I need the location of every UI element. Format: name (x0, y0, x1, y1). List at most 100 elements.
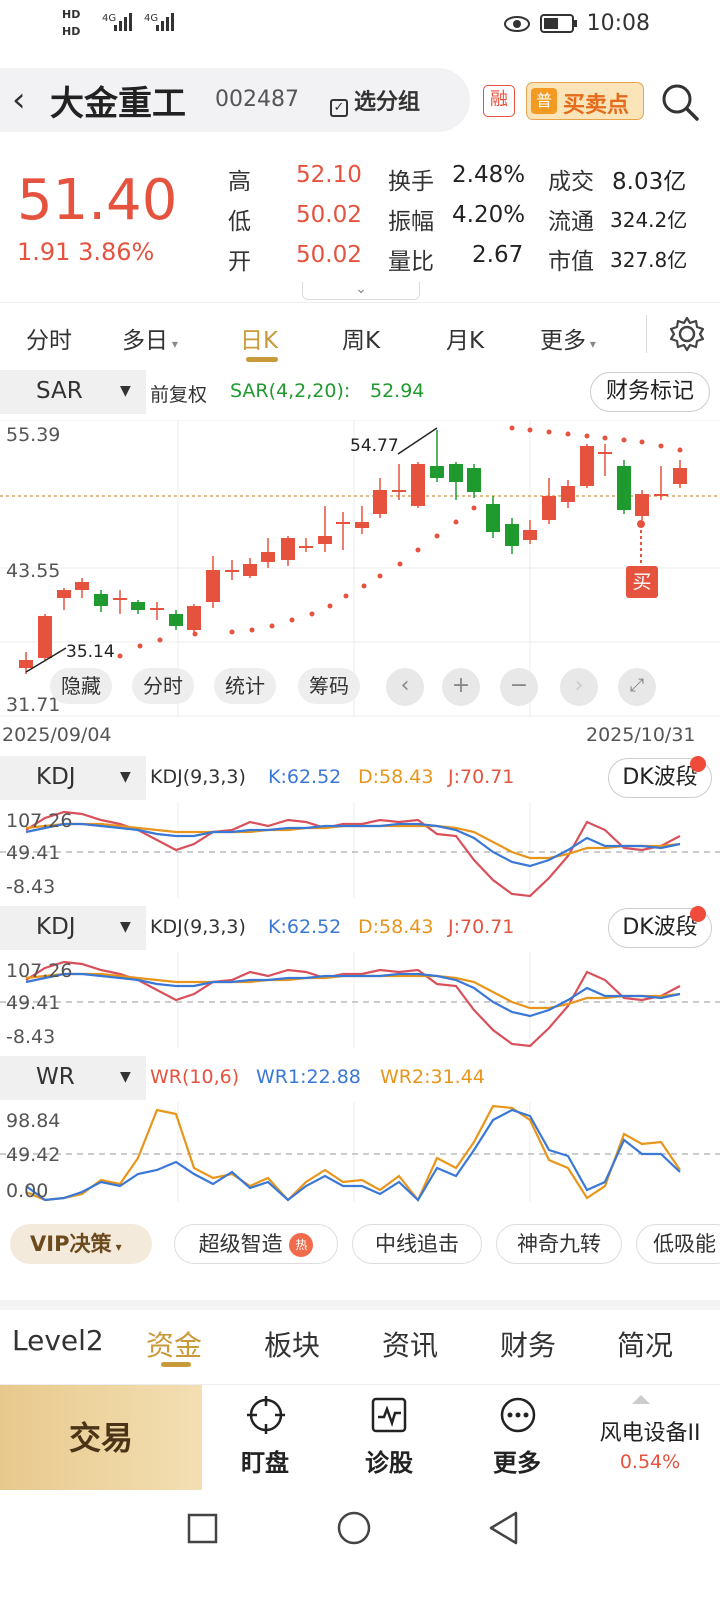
intraday-button[interactable]: 分时 (132, 668, 194, 704)
group-button[interactable]: ✓ 选分组 (330, 84, 420, 117)
tab-monthly-k[interactable]: 月K (446, 321, 484, 355)
gear-icon[interactable] (668, 315, 706, 353)
zoom-out-icon[interactable]: − (500, 668, 538, 706)
tab-more[interactable]: 更多 ▾ (540, 321, 596, 355)
chip-low-buy[interactable]: 低吸能 (636, 1224, 720, 1264)
tab-capital[interactable]: 资金 (146, 1324, 202, 1364)
wr2-value: WR2:31.44 (380, 1066, 485, 1088)
kdj-y-high: 107.26 (6, 810, 73, 832)
quote-value: 2.48% (452, 162, 526, 188)
sector-widget[interactable]: 风电设备II 0.54% (580, 1385, 720, 1491)
tab-news[interactable]: 资讯 (382, 1324, 438, 1364)
fullscreen-icon[interactable]: ⤢ (618, 668, 656, 706)
status-bar: HD HD 4G 4G 10:08 (0, 0, 720, 50)
tab-sector[interactable]: 板块 (264, 1324, 320, 1364)
svg-text:HD: HD (62, 25, 80, 37)
search-icon[interactable] (660, 82, 700, 122)
quote-label: 低 (228, 209, 251, 235)
watch-button[interactable]: 盯盘 (210, 1385, 320, 1491)
indicator-select-kdj[interactable]: KDJ ▼ (0, 756, 146, 800)
diagnose-button[interactable]: 诊股 (334, 1385, 444, 1491)
chip-midline-chase[interactable]: 中线追击 (352, 1224, 482, 1264)
tab-finance[interactable]: 财务 (500, 1324, 556, 1364)
adjust-mode[interactable]: 前复权 (150, 380, 207, 407)
candle-body (243, 564, 257, 576)
hide-button[interactable]: 隐藏 (50, 668, 112, 704)
sar-params: SAR(4,2,20): (230, 380, 351, 402)
next-arrow-icon[interactable]: › (560, 668, 598, 706)
chips-button[interactable]: 筹码 (298, 668, 360, 704)
tab-intraday[interactable]: 分时 (26, 321, 72, 355)
sar-dot (602, 435, 608, 441)
indicator-select-sar[interactable]: SAR ▼ (0, 370, 146, 414)
sector-change: 0.54% (619, 1451, 681, 1473)
sar-value: 52.94 (370, 380, 425, 402)
tab-daily-k[interactable]: 日K (240, 321, 278, 355)
candle-body (225, 570, 239, 572)
wr1-value: WR1:22.88 (256, 1066, 361, 1088)
candle-body (486, 504, 500, 532)
buy-marker-dot (637, 520, 645, 528)
candle-body (94, 594, 108, 606)
back-icon[interactable] (486, 1510, 520, 1546)
sar-dot (309, 611, 315, 617)
kdj-y-low: -8.43 (6, 1026, 56, 1048)
info-tabs: Level2 资金 板块 资讯 财务 简况 (0, 1300, 720, 1380)
kdj-indicator-row: KDJ ▼ KDJ(9,3,3) K:62.52 D:58.43 J:70.71… (0, 756, 720, 800)
prev-arrow-icon[interactable]: ‹ (386, 668, 424, 706)
date-start: 2025/09/04 (2, 724, 112, 746)
chip-magic-nine[interactable]: 神奇九转 (496, 1224, 622, 1264)
sar-dot (269, 623, 275, 629)
buysell-point-button[interactable]: 普 买卖点 (526, 82, 644, 120)
kdj-j-line (25, 810, 681, 898)
kdj-params: KDJ(9,3,3) (150, 916, 246, 938)
wr-params: WR(10,6) (150, 1066, 240, 1088)
tab-weekly-k[interactable]: 周K (342, 321, 380, 355)
wr1-line (25, 1108, 681, 1202)
period-tabs: 分时 多日 ▾ 日K 周K 月K 更多 ▾ (0, 302, 720, 366)
quote-value: 324.2亿 (610, 208, 688, 232)
trade-button[interactable]: 交易 (0, 1385, 202, 1491)
battery-icon (540, 14, 577, 33)
kdj-y-mid: 49.41 (6, 992, 61, 1014)
kdj-k: K:62.52 (268, 766, 342, 788)
eye-icon (504, 16, 530, 32)
quote-value: 327.8亿 (610, 248, 688, 272)
stats-button[interactable]: 统计 (214, 668, 276, 704)
wr-chart (0, 1102, 720, 1203)
kdj-indicator-row-2: KDJ ▼ KDJ(9,3,3) K:62.52 D:58.43 J:70.71… (0, 906, 720, 950)
chip-super-manufacturing[interactable]: 超级智造 热 (174, 1224, 338, 1264)
expand-chevron-icon[interactable]: ⌄ (302, 282, 420, 300)
sar-dot (192, 631, 198, 637)
more-button[interactable]: 更多 (462, 1385, 572, 1491)
vip-decision-button[interactable]: VIP决策 ▾ (10, 1224, 152, 1264)
back-arrow-icon[interactable]: ‹ (12, 80, 26, 120)
tab-overview[interactable]: 简况 (617, 1324, 673, 1364)
quote-value: 2.67 (472, 242, 524, 268)
buy-marker[interactable]: 买 (626, 566, 658, 598)
margin-badge[interactable]: 融 (483, 85, 515, 117)
kdj-d: D:58.43 (358, 766, 434, 788)
candle-body (113, 598, 127, 600)
tab-multiday[interactable]: 多日 ▾ (122, 321, 178, 355)
candle-body (261, 552, 275, 562)
candle-body (467, 468, 481, 492)
indicator-select-kdj-2[interactable]: KDJ ▼ (0, 906, 146, 950)
active-tab-indicator (161, 1362, 191, 1367)
stock-name: 大金重工 (50, 84, 186, 124)
divider (646, 315, 647, 353)
tab-level2[interactable]: Level2 (12, 1324, 104, 1357)
svg-text:4G: 4G (144, 13, 158, 24)
indicator-select-wr[interactable]: WR ▼ (0, 1056, 146, 1100)
candle-body (561, 486, 575, 502)
candle-body (505, 524, 519, 546)
home-icon[interactable] (336, 1510, 372, 1546)
price-change: 1.91 3.86% (17, 238, 155, 266)
zoom-in-icon[interactable]: + (442, 668, 480, 706)
sar-dot (343, 593, 349, 599)
finance-mark-button[interactable]: 财务标记 (590, 372, 710, 412)
quote-label: 成交 (548, 169, 594, 195)
candle-body (169, 614, 183, 626)
recent-apps-icon[interactable] (186, 1512, 220, 1546)
sar-dot (584, 433, 590, 439)
